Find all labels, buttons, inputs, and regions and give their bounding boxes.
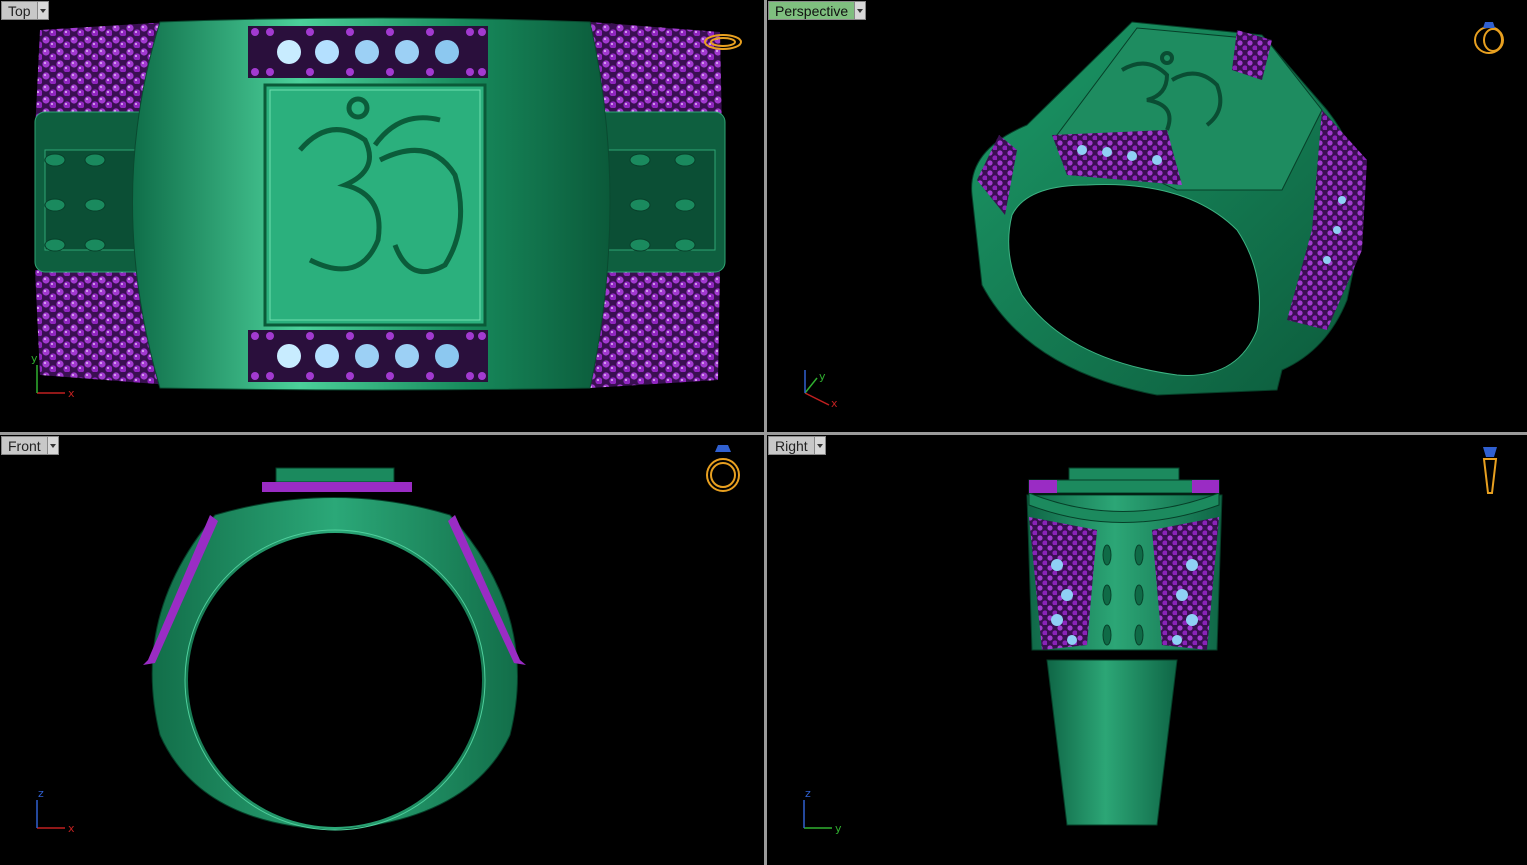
- ring-top-render: x y: [31, 17, 742, 400]
- viewport-label-front[interactable]: Front: [1, 436, 59, 455]
- viewport-title: Top: [1, 1, 38, 20]
- axis-v-label: z: [805, 787, 811, 800]
- dropdown-arrow-icon[interactable]: [855, 1, 867, 20]
- ring-front-render: x z: [36, 445, 740, 835]
- axis-v-label: y: [31, 352, 38, 365]
- viewport-label-perspective[interactable]: Perspective: [768, 1, 867, 20]
- viewport-title: Perspective: [768, 1, 856, 20]
- ring-hole: [188, 533, 482, 827]
- dropdown-arrow-icon[interactable]: [814, 436, 826, 455]
- viewport-title: Right: [768, 436, 815, 455]
- axis-h-label: y: [835, 822, 842, 835]
- viewport-label-right[interactable]: Right: [768, 436, 826, 455]
- axis-h-label: x: [68, 387, 75, 400]
- stone-row: [248, 26, 488, 78]
- gem-icon: [1483, 22, 1495, 28]
- axis-v-label: y: [819, 370, 826, 383]
- ring-shank: [1046, 659, 1178, 826]
- viewport-front[interactable]: Front x z: [0, 435, 764, 865]
- viewport-perspective[interactable]: Perspective x y: [767, 0, 1527, 432]
- viewport-title: Front: [1, 436, 48, 455]
- viewport-right[interactable]: Right y z: [767, 435, 1527, 865]
- dropdown-arrow-icon[interactable]: [37, 1, 49, 20]
- gem-icon: [715, 445, 731, 452]
- viewport-label-top[interactable]: Top: [1, 1, 49, 20]
- pave-band: [590, 262, 720, 388]
- ring-perspective-render: x y: [804, 21, 1504, 410]
- ring-right-render: y z: [803, 447, 1498, 835]
- shank-inner: [599, 149, 716, 251]
- ring-view-widget-icon[interactable]: [706, 458, 740, 492]
- viewport-splitter-horizontal[interactable]: [0, 432, 1527, 435]
- stone-row: [248, 330, 488, 382]
- viewport-top[interactable]: Top x y: [0, 0, 764, 432]
- axis-h-label: x: [68, 822, 75, 835]
- axis-h-label: x: [831, 397, 838, 410]
- axis-triad-icon: [36, 800, 65, 829]
- ring-top-plate: [275, 467, 395, 483]
- axis-triad-icon: [803, 800, 832, 829]
- dropdown-arrow-icon[interactable]: [47, 436, 59, 455]
- ring-top-plate: [1068, 467, 1180, 481]
- ring-view-widget-icon[interactable]: [704, 34, 742, 50]
- axis-v-label: z: [38, 787, 44, 800]
- ring-view-widget-icon[interactable]: [1482, 447, 1498, 494]
- pave-band: [262, 482, 412, 492]
- ring-view-widget-icon[interactable]: [1474, 26, 1504, 54]
